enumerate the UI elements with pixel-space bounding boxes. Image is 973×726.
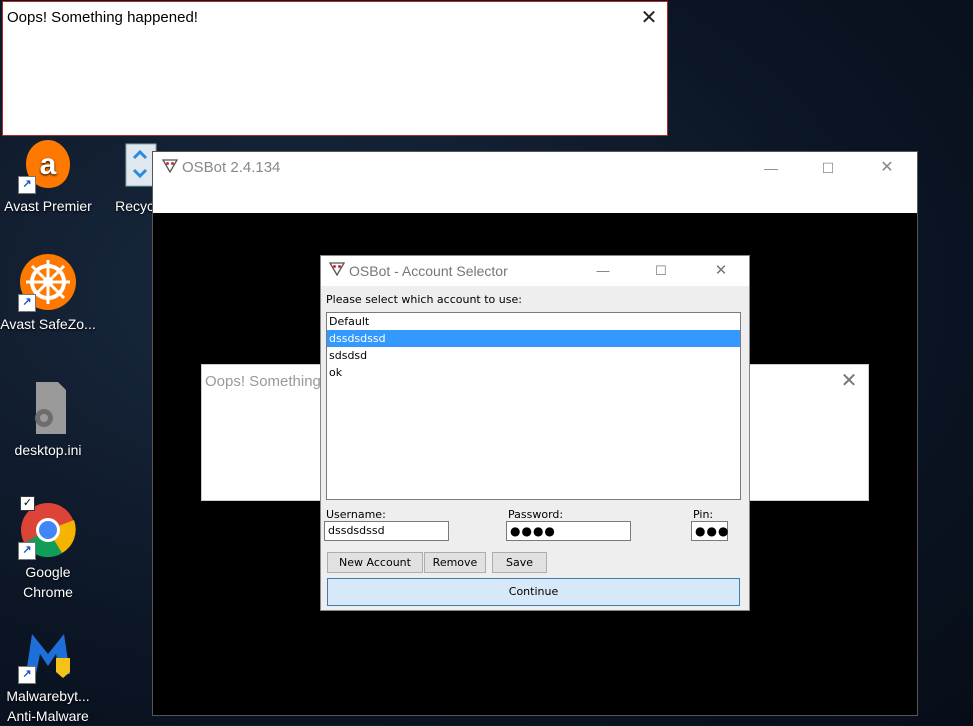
desktop-icon-avast-safezone[interactable]: ↗ Avast SafeZo... [0,252,96,334]
desktop-icon-label: Avast SafeZo... [0,316,96,332]
desktop-icon-label: desktop.ini [14,442,82,458]
desktop-icon-avast-premier[interactable]: a ↗ Avast Premier [0,134,96,216]
continue-button[interactable]: Continue [327,578,740,606]
desktop-icon-desktop-ini[interactable]: desktop.ini [0,378,96,460]
maximize-button[interactable]: ☐ [641,259,681,283]
account-item-default[interactable]: Default [327,313,740,330]
dialog-title-bar[interactable]: OSBot - Account Selector — ☐ ✕ [321,256,749,286]
account-item[interactable]: sdsdsd [327,347,740,364]
password-label: Password: [508,508,564,521]
desktop-icon-label: Google Chrome [23,564,73,600]
close-icon[interactable]: ✕ [639,8,659,28]
window-title: OSBot 2.4.134 [182,159,281,176]
save-button[interactable]: Save [492,552,547,573]
shortcut-arrow-icon: ↗ [18,666,36,684]
account-prompt: Please select which account to use: [326,293,522,306]
remove-button[interactable]: Remove [424,552,486,573]
osbot-title-bar[interactable]: OSBot 2.4.134 — ☐ ✕ [153,152,917,213]
close-icon[interactable]: ✕ [839,371,859,391]
desktop-icon-malwarebytes[interactable]: ↗ Malwarebyt... Anti-Malware [0,624,96,726]
avast-icon: a ↗ [18,134,78,194]
account-item-selected[interactable]: dssdsdssd [327,330,740,347]
shortcut-arrow-icon: ↗ [18,176,36,194]
dialog-title: OSBot - Account Selector [349,263,508,279]
desktop-icon-label: Malwarebyt... Anti-Malware [6,688,90,724]
malwarebytes-icon: ↗ [18,624,78,684]
settings-file-icon [18,378,78,438]
minimize-button[interactable]: — [583,259,623,283]
account-selector-dialog: OSBot - Account Selector — ☐ ✕ Please se… [320,255,750,611]
username-label: Username: [326,508,386,521]
username-field[interactable]: dssdsdssd [324,521,449,541]
chrome-icon: ✓ ↗ [18,496,78,560]
maximize-button[interactable]: ☐ [806,156,850,180]
pin-label: Pin: [693,508,714,521]
error-popup: Oops! Something happened! ✕ [2,1,668,136]
pin-field[interactable]: ●●● [691,521,728,541]
svg-text:a: a [40,148,57,181]
account-item[interactable]: ok [327,364,740,381]
close-button[interactable]: ✕ [865,156,909,180]
close-button[interactable]: ✕ [701,259,741,283]
account-list[interactable]: Default dssdsdssd sdsdsd ok [326,312,741,500]
minimize-button[interactable]: — [749,156,793,180]
desktop-icon-google-chrome[interactable]: ✓ ↗ Google Chrome [0,496,96,602]
safezone-wheel-icon: ↗ [18,252,78,312]
selection-checkbox-icon[interactable]: ✓ [20,496,35,511]
error-message: Oops! Something [205,373,321,390]
new-account-button[interactable]: New Account [327,552,423,573]
desktop-icon-label: Avast Premier [4,198,92,214]
password-field[interactable]: ●●●● [506,521,631,541]
error-message: Oops! Something happened! [7,9,198,26]
osbot-logo-icon [328,262,346,281]
shortcut-arrow-icon: ↗ [18,294,36,312]
shortcut-arrow-icon: ↗ [18,542,36,560]
osbot-logo-icon [161,159,179,178]
